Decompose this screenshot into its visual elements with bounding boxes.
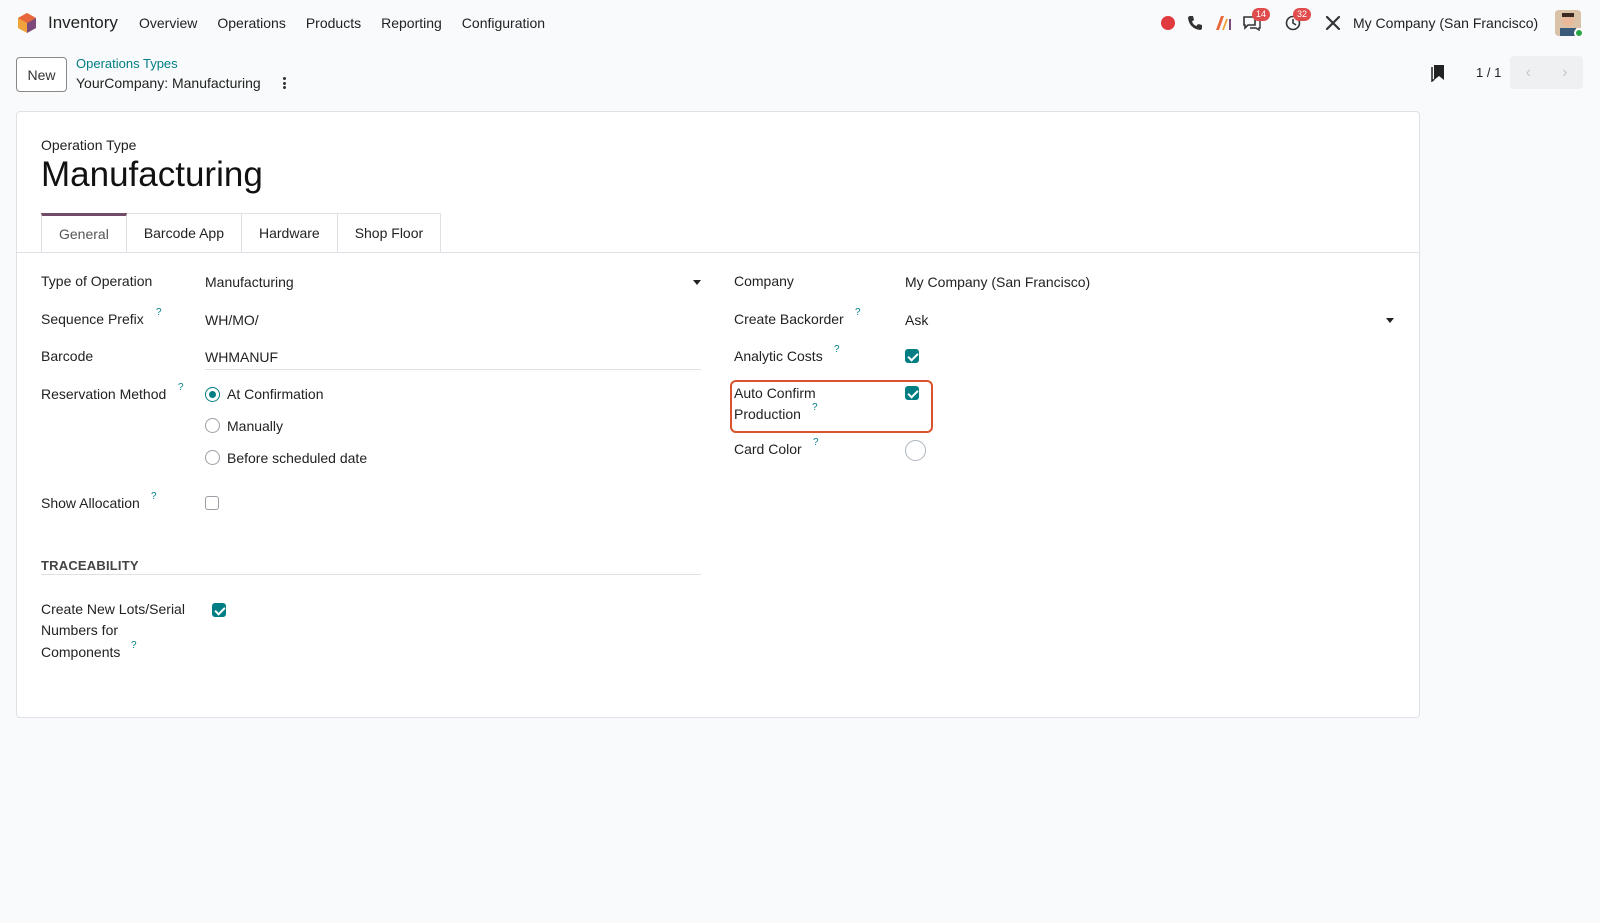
create-lots-label-line2: Numbers for bbox=[41, 622, 119, 638]
create-lots-help-icon[interactable]: ? bbox=[131, 640, 137, 651]
reservation-method-help-icon[interactable]: ? bbox=[178, 382, 184, 393]
analytic-costs-label: Analytic Costs bbox=[734, 348, 823, 364]
menu-overview[interactable]: Overview bbox=[139, 15, 197, 31]
form-tabs: General Barcode App Hardware Shop Floor bbox=[41, 213, 442, 253]
card-color-label: Card Color bbox=[734, 441, 802, 457]
analytic-costs-help-icon[interactable]: ? bbox=[834, 344, 840, 355]
reservation-at-confirmation-radio[interactable] bbox=[205, 387, 220, 402]
pager-previous-button[interactable]: ‹ bbox=[1510, 56, 1547, 89]
traceability-divider bbox=[41, 574, 701, 575]
sequence-prefix-label: Sequence Prefix bbox=[41, 311, 144, 327]
online-status-indicator bbox=[1574, 28, 1584, 38]
barcode-label: Barcode bbox=[41, 348, 94, 364]
activities-clock-icon[interactable]: 32 bbox=[1283, 8, 1312, 33]
breadcrumb-current-record: YourCompany: Manufacturing bbox=[76, 75, 261, 91]
form-sheet bbox=[16, 111, 1420, 718]
phone-icon[interactable] bbox=[1185, 13, 1205, 33]
menu-configuration[interactable]: Configuration bbox=[462, 15, 545, 31]
create-backorder-label: Create Backorder bbox=[734, 311, 844, 327]
reservation-method-label: Reservation Method bbox=[41, 386, 167, 402]
type-of-operation-caret-icon[interactable] bbox=[693, 280, 701, 285]
create-lots-label-line3: Components bbox=[41, 644, 121, 660]
pager-next-button[interactable]: › bbox=[1547, 56, 1584, 89]
tab-general[interactable]: General bbox=[41, 213, 127, 253]
show-allocation-label: Show Allocation bbox=[41, 495, 140, 511]
menu-products[interactable]: Products bbox=[306, 15, 361, 31]
bookmark-icon[interactable] bbox=[1431, 64, 1445, 82]
create-backorder-select[interactable]: Ask bbox=[905, 312, 928, 328]
tab-barcode-app[interactable]: Barcode App bbox=[126, 213, 242, 253]
create-backorder-help-icon[interactable]: ? bbox=[855, 307, 861, 318]
reservation-before-scheduled-radio[interactable] bbox=[205, 450, 220, 465]
actions-menu-icon[interactable] bbox=[279, 75, 289, 91]
create-lots-checkbox[interactable] bbox=[212, 603, 226, 617]
barcode-field[interactable]: WHMANUF bbox=[205, 349, 278, 365]
tab-shop-floor[interactable]: Shop Floor bbox=[337, 213, 442, 253]
app-logo-icon[interactable] bbox=[16, 12, 38, 34]
menu-operations[interactable]: Operations bbox=[217, 15, 285, 31]
messages-badge: 14 bbox=[1252, 8, 1271, 21]
menu-reporting[interactable]: Reporting bbox=[381, 15, 442, 31]
pager-value[interactable]: 1 / 1 bbox=[1476, 65, 1501, 80]
sequence-prefix-field[interactable]: WH/MO/ bbox=[205, 312, 259, 328]
tabs-divider bbox=[16, 252, 1420, 253]
show-allocation-help-icon[interactable]: ? bbox=[151, 491, 157, 502]
ai-icon[interactable] bbox=[1213, 13, 1233, 33]
traceability-section-title: TRACEABILITY bbox=[41, 558, 139, 573]
reservation-manually-radio[interactable] bbox=[205, 418, 220, 433]
activities-badge: 32 bbox=[1293, 8, 1312, 21]
new-button[interactable]: New bbox=[16, 57, 67, 92]
top-navbar: Inventory Overview Operations Products R… bbox=[0, 0, 1600, 46]
barcode-field-underline bbox=[205, 369, 701, 370]
main-menu: Overview Operations Products Reporting C… bbox=[139, 15, 565, 31]
reservation-before-scheduled-label[interactable]: Before scheduled date bbox=[227, 450, 367, 466]
create-lots-label-line1: Create New Lots/Serial bbox=[41, 601, 185, 617]
auto-confirm-label-line2: Production bbox=[734, 406, 801, 422]
card-color-help-icon[interactable]: ? bbox=[813, 437, 819, 448]
breadcrumb-operations-types[interactable]: Operations Types bbox=[76, 56, 178, 71]
auto-confirm-help-icon[interactable]: ? bbox=[812, 402, 818, 413]
sequence-prefix-help-icon[interactable]: ? bbox=[156, 307, 162, 318]
auto-confirm-label-line1: Auto Confirm bbox=[734, 385, 816, 401]
show-allocation-checkbox[interactable] bbox=[205, 496, 219, 510]
card-color-picker[interactable] bbox=[905, 440, 926, 461]
messages-icon[interactable]: 14 bbox=[1242, 8, 1271, 33]
company-label: Company bbox=[734, 273, 794, 289]
operation-type-name[interactable]: Manufacturing bbox=[41, 155, 263, 195]
create-backorder-caret-icon[interactable] bbox=[1386, 318, 1394, 323]
analytic-costs-checkbox[interactable] bbox=[905, 349, 919, 363]
type-of-operation-label: Type of Operation bbox=[41, 273, 153, 289]
company-switcher[interactable]: My Company (San Francisco) bbox=[1353, 15, 1538, 31]
tab-hardware[interactable]: Hardware bbox=[241, 213, 338, 253]
company-field[interactable]: My Company (San Francisco) bbox=[905, 274, 1090, 290]
pager-buttons: ‹ › bbox=[1510, 56, 1583, 89]
reservation-at-confirmation-label[interactable]: At Confirmation bbox=[227, 386, 323, 402]
operation-type-label: Operation Type bbox=[41, 137, 137, 153]
reservation-manually-label[interactable]: Manually bbox=[227, 418, 283, 434]
app-name[interactable]: Inventory bbox=[48, 13, 118, 33]
record-icon[interactable] bbox=[1158, 13, 1178, 33]
auto-confirm-checkbox[interactable] bbox=[905, 386, 919, 400]
debug-tools-icon[interactable] bbox=[1323, 13, 1343, 33]
type-of-operation-select[interactable]: Manufacturing bbox=[205, 274, 294, 290]
